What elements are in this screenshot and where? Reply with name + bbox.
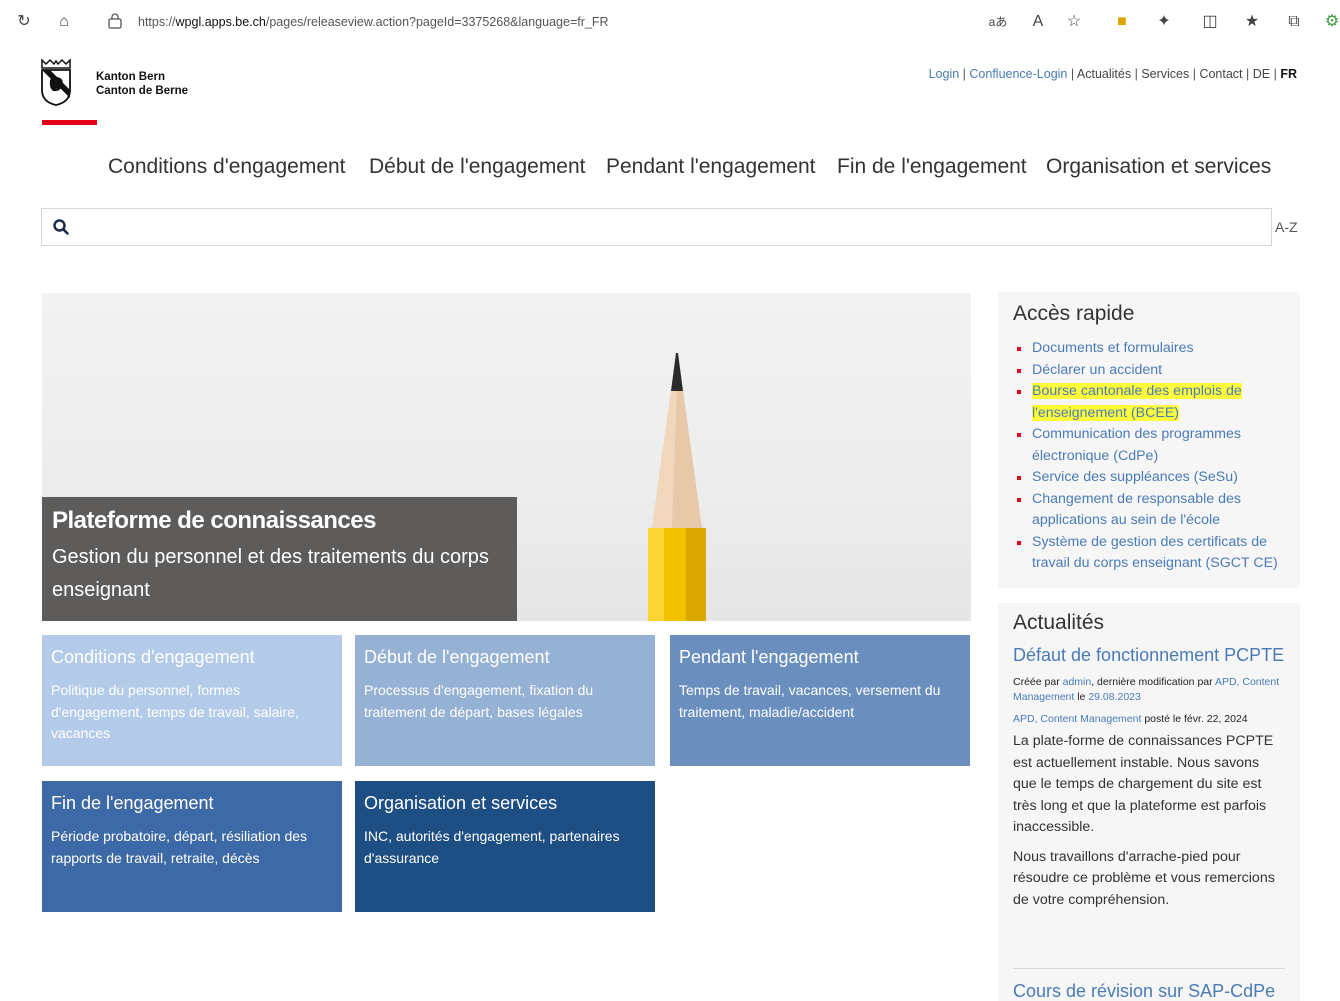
quick-access-list: Documents et formulaires Déclarer un acc… <box>1013 338 1285 575</box>
news-divider <box>1013 968 1285 969</box>
read-aloud-icon[interactable]: aあ <box>988 12 1008 32</box>
tile-title: Conditions d'engagement <box>51 647 255 667</box>
modified-date-link[interactable]: 29.08.2023 <box>1088 691 1141 703</box>
tile-fin-engagement[interactable]: Fin de l'engagement Période probatoire, … <box>42 781 342 912</box>
brand-name: Kanton Bern Canton de Berne <box>96 70 188 98</box>
tile-title: Organisation et services <box>364 793 558 813</box>
separator: | <box>1131 67 1142 81</box>
highlighted-link-text: Bourse cantonale des emplois de l'enseig… <box>1032 383 1242 421</box>
tile-conditions-engagement[interactable]: Conditions d'engagement Politique du per… <box>42 635 342 766</box>
bullet-icon <box>1017 390 1021 394</box>
favorite-star-icon[interactable]: ☆ <box>1064 12 1084 32</box>
bullet-icon <box>1017 476 1021 480</box>
hero-banner: Plateforme de connaissances Gestion du p… <box>42 293 971 621</box>
hero-title: Plateforme de connaissances <box>52 507 376 534</box>
quick-link-sgct-ce[interactable]: Système de gestion des certificats de tr… <box>1013 532 1285 575</box>
browser-toolbar: ↻ ⌂ https://wpgl.apps.be.ch/pages/releas… <box>0 0 1340 44</box>
bullet-icon <box>1017 433 1021 437</box>
quick-link-changement-responsable[interactable]: Changement de responsable des applicatio… <box>1013 489 1285 532</box>
login-link[interactable]: Login <box>929 67 960 81</box>
tile-title: Pendant l'engagement <box>679 647 859 667</box>
search-input[interactable] <box>80 213 1260 241</box>
tile-description: Politique du personnel, formes d'engagem… <box>51 682 299 741</box>
news-body: La plate-forme de connaissances PCPTE es… <box>1013 733 1274 835</box>
hero-overlay: Plateforme de connaissances Gestion du p… <box>42 497 517 621</box>
main-navigation: Conditions d'engagement Début de l'engag… <box>108 155 1278 183</box>
collections-icon[interactable]: ⧉ <box>1284 12 1304 32</box>
actualites-link[interactable]: Actualités <box>1077 67 1131 81</box>
news-title: Actualités <box>1013 611 1105 634</box>
confluence-login-link[interactable]: Confluence-Login <box>969 67 1067 81</box>
quick-link-declarer-accident[interactable]: Déclarer un accident <box>1013 360 1285 382</box>
nav-fin-engagement[interactable]: Fin de l'engagement <box>837 155 1027 179</box>
poster-apd-link[interactable]: APD, Content Management <box>1013 713 1141 725</box>
language-fr-link[interactable]: FR <box>1280 67 1297 81</box>
nav-conditions-engagement[interactable]: Conditions d'engagement <box>108 155 346 179</box>
reload-icon[interactable]: ↻ <box>14 12 34 32</box>
tile-debut-engagement[interactable]: Début de l'engagement Processus d'engage… <box>355 635 655 766</box>
news-posted-meta: APD, Content Management posté le févr. 2… <box>1013 713 1248 725</box>
language-de-link[interactable]: DE <box>1253 67 1270 81</box>
search-bar[interactable] <box>41 208 1272 246</box>
brand-line-2: Canton de Berne <box>96 85 189 97</box>
separator: | <box>1270 67 1281 81</box>
tile-title: Début de l'engagement <box>364 647 550 667</box>
lock-icon[interactable] <box>108 13 122 29</box>
tile-description: Processus d'engagement, fixation du trai… <box>364 682 594 720</box>
separator: | <box>1067 67 1077 81</box>
bern-coat-of-arms-logo[interactable] <box>40 58 72 106</box>
a-z-index-link[interactable]: A-Z <box>1275 219 1298 235</box>
news-headline-link[interactable]: Défaut de fonctionnement PCPTE <box>1013 641 1285 669</box>
puzzle-icon[interactable]: ✦ <box>1154 12 1174 32</box>
text-size-icon[interactable]: A <box>1028 12 1048 32</box>
tile-description: INC, autorités d'engagement, partenaires… <box>364 828 620 866</box>
services-link[interactable]: Services <box>1141 67 1189 81</box>
top-links: Login | Confluence-Login | Actualités | … <box>929 67 1297 81</box>
quick-link-sesu[interactable]: Service des suppléances (SeSu) <box>1013 467 1285 489</box>
news-meta: Créée par admin, dernière modification p… <box>1013 676 1280 703</box>
search-icon[interactable] <box>52 218 70 236</box>
quick-link-cdpe[interactable]: Communication des programmes électroniqu… <box>1013 424 1285 467</box>
favorites-list-icon[interactable]: ★ <box>1242 12 1262 32</box>
quick-link-bcee[interactable]: Bourse cantonale des emplois de l'enseig… <box>1013 381 1285 424</box>
news-next-headline-link[interactable]: Cours de révision sur SAP-CdPe <box>1013 981 1275 1001</box>
separator: | <box>1189 67 1200 81</box>
news-body-2: Nous travaillons d'arrache-pied pour rés… <box>1013 848 1275 908</box>
quick-access-title: Accès rapide <box>1013 302 1135 325</box>
pencil-illustration <box>648 353 706 621</box>
news-panel: Actualités Défaut de fonctionnement PCPT… <box>998 603 1300 1001</box>
profile-icon[interactable]: ⚙ <box>1322 12 1340 32</box>
tile-organisation-services[interactable]: Organisation et services INC, autorités … <box>355 781 655 912</box>
split-screen-icon[interactable]: ◫ <box>1200 12 1220 32</box>
quick-access-panel: Accès rapide Documents et formulaires Dé… <box>998 292 1300 588</box>
bullet-icon <box>1017 347 1021 351</box>
brand-line-1: Kanton Bern <box>96 71 165 83</box>
separator: | <box>1242 67 1253 81</box>
bullet-icon <box>1017 497 1021 502</box>
tile-title: Fin de l'engagement <box>51 793 214 813</box>
nav-debut-engagement[interactable]: Début de l'engagement <box>369 155 586 179</box>
url-text[interactable]: https://wpgl.apps.be.ch/pages/releasevie… <box>138 15 609 29</box>
nav-pendant-engagement[interactable]: Pendant l'engagement <box>606 155 816 179</box>
address-bar[interactable]: https://wpgl.apps.be.ch/pages/releasevie… <box>92 8 962 36</box>
separator: | <box>959 67 970 81</box>
contact-link[interactable]: Contact <box>1199 67 1242 81</box>
quick-link-documents-formulaires[interactable]: Documents et formulaires <box>1013 338 1285 360</box>
nav-organisation-services[interactable]: Organisation et services <box>1046 155 1271 179</box>
bullet-icon <box>1017 540 1021 545</box>
bullet-icon <box>1017 368 1021 373</box>
hero-subtitle: Gestion du personnel et des traitements … <box>52 546 489 601</box>
author-admin-link[interactable]: admin <box>1063 676 1092 688</box>
tile-pendant-engagement[interactable]: Pendant l'engagement Temps de travail, v… <box>670 635 970 766</box>
extension-icon[interactable]: ■ <box>1112 12 1132 32</box>
brand-accent-bar <box>42 120 97 125</box>
tile-description: Temps de travail, vacances, versement du… <box>679 682 941 720</box>
home-icon[interactable]: ⌂ <box>54 12 74 32</box>
tile-description: Période probatoire, départ, résiliation … <box>51 828 308 866</box>
